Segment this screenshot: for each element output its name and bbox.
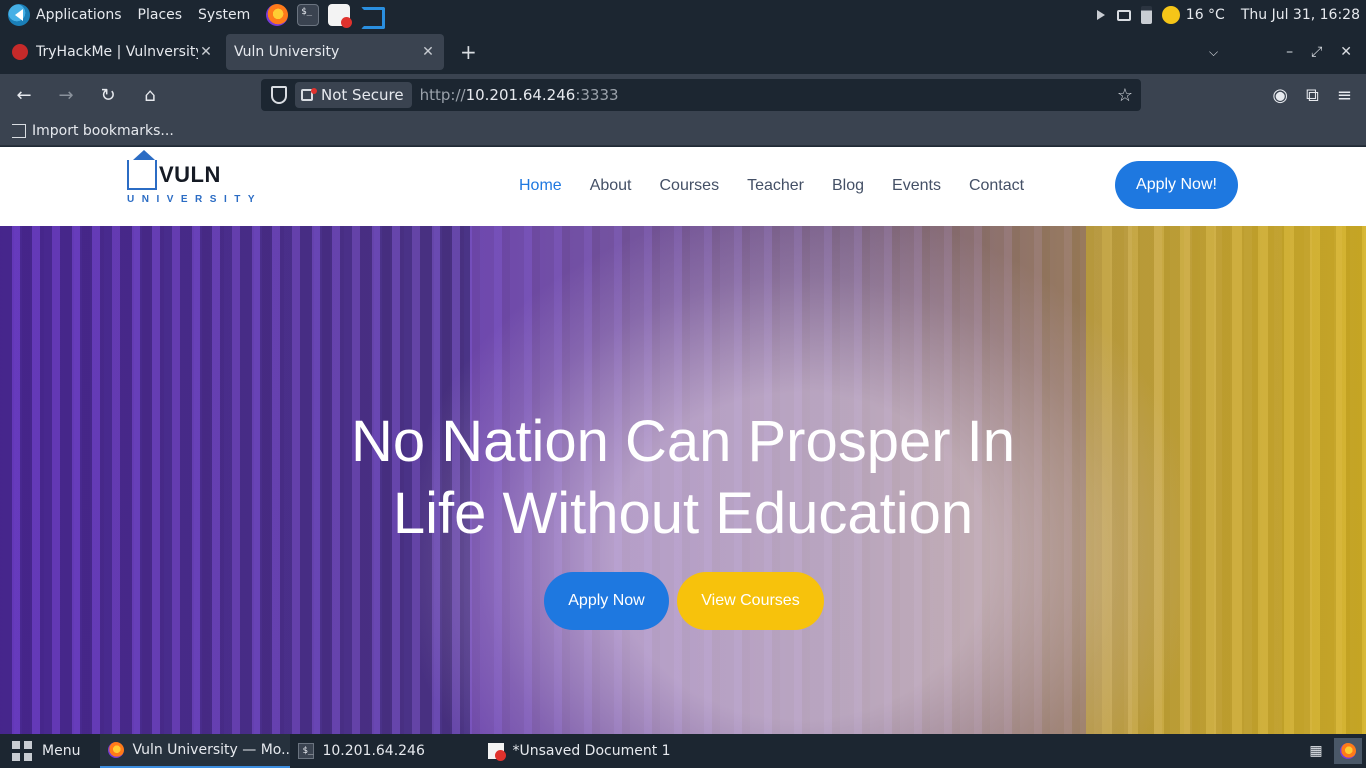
apply-now-header-button[interactable]: Apply Now! bbox=[1115, 161, 1238, 209]
taskbar-item-terminal[interactable]: 10.201.64.246 bbox=[290, 734, 480, 768]
bookmark-star-icon[interactable]: ☆ bbox=[1117, 85, 1133, 106]
apply-now-button[interactable]: Apply Now bbox=[544, 572, 669, 630]
clock[interactable]: Thu Jul 31, 16:28 bbox=[1241, 7, 1360, 23]
places-menu[interactable]: Places bbox=[138, 7, 183, 23]
tab-tryhackme[interactable]: TryHackMe | Vulnversity ✕ bbox=[4, 34, 222, 70]
system-menu[interactable]: System bbox=[198, 7, 250, 23]
site-logo[interactable]: VULN UNIVERSITY bbox=[127, 150, 263, 205]
workspace-firefox-icon[interactable] bbox=[1334, 738, 1362, 764]
close-tab-icon[interactable]: ✕ bbox=[198, 44, 214, 60]
minimize-window-icon[interactable]: – bbox=[1286, 44, 1293, 60]
list-tabs-chevron-icon[interactable]: ⌵ bbox=[1209, 45, 1218, 60]
home-button[interactable]: ⌂ bbox=[132, 79, 168, 111]
nav-teacher[interactable]: Teacher bbox=[747, 177, 804, 195]
account-icon[interactable]: ◉ bbox=[1272, 85, 1288, 106]
close-tab-icon[interactable]: ✕ bbox=[420, 44, 436, 60]
tryhackme-favicon-icon bbox=[12, 44, 28, 60]
hero-heading: No Nation Can Prosper In Life Without Ed… bbox=[0, 406, 1366, 550]
hamburger-menu-icon[interactable]: ≡ bbox=[1337, 85, 1352, 106]
site-security-indicator[interactable]: Not Secure bbox=[295, 82, 412, 108]
bottom-taskbar: Menu Vuln University — Mo... 10.201.64.2… bbox=[0, 734, 1366, 768]
tab-title: TryHackMe | Vulnversity bbox=[36, 44, 198, 60]
vscode-icon[interactable] bbox=[359, 4, 386, 29]
nav-about[interactable]: About bbox=[590, 177, 632, 195]
forward-button[interactable]: → bbox=[48, 79, 84, 111]
firefox-icon bbox=[1340, 743, 1356, 759]
weather-sun-icon bbox=[1161, 6, 1180, 24]
new-tab-button[interactable]: + bbox=[460, 40, 477, 64]
view-courses-button[interactable]: View Courses bbox=[677, 572, 824, 630]
firefox-icon[interactable] bbox=[266, 4, 289, 26]
tab-title: Vuln University bbox=[234, 44, 340, 60]
browser-tab-bar: TryHackMe | Vulnversity ✕ Vuln Universit… bbox=[0, 30, 1366, 74]
maximize-window-icon[interactable]: ⤢ bbox=[1311, 44, 1322, 60]
taskbar-item-firefox[interactable]: Vuln University — Mo... bbox=[100, 734, 291, 768]
brand-subtitle: UNIVERSITY bbox=[127, 194, 263, 205]
brand-name: VULN bbox=[159, 162, 221, 187]
system-top-panel: Applications Places System 16 °C Thu Jul… bbox=[0, 0, 1366, 30]
site-header: VULN UNIVERSITY Home About Courses Teach… bbox=[0, 147, 1366, 226]
university-building-icon bbox=[127, 150, 157, 190]
text-editor-icon bbox=[488, 743, 507, 761]
import-icon bbox=[12, 123, 26, 138]
firefox-icon bbox=[108, 742, 125, 758]
hero-heading-line-2: Life Without Education bbox=[392, 481, 974, 546]
url-text[interactable]: http://10.201.64.246:3333 bbox=[420, 86, 619, 104]
nav-contact[interactable]: Contact bbox=[969, 177, 1024, 195]
tab-vuln-university[interactable]: Vuln University ✕ bbox=[226, 34, 444, 70]
reload-button[interactable]: ↻ bbox=[90, 79, 126, 111]
taskbar-menu-button[interactable]: Menu bbox=[42, 743, 80, 759]
hero-banner: No Nation Can Prosper In Life Without Ed… bbox=[0, 226, 1366, 734]
terminal-icon bbox=[298, 743, 315, 759]
workspace-switcher-icon[interactable]: ▦ bbox=[1302, 738, 1330, 764]
taskbar-item-label: Vuln University — Mo... bbox=[132, 742, 291, 758]
text-editor-icon[interactable] bbox=[328, 4, 353, 28]
taskbar-item-label: *Unsaved Document 1 ... bbox=[512, 743, 671, 759]
battery-icon[interactable] bbox=[1140, 6, 1152, 24]
kali-logo-icon[interactable] bbox=[8, 4, 30, 26]
url-host: 10.201.64.246 bbox=[465, 86, 576, 104]
bookmarks-toolbar: Import bookmarks... bbox=[0, 116, 1366, 146]
web-page: VULN UNIVERSITY Home About Courses Teach… bbox=[0, 147, 1366, 734]
url-bar[interactable]: Not Secure http://10.201.64.246:3333 ☆ bbox=[261, 79, 1141, 111]
url-port: :3333 bbox=[575, 86, 619, 104]
not-secure-label: Not Secure bbox=[321, 86, 404, 104]
import-bookmarks-link[interactable]: Import bookmarks... bbox=[32, 123, 174, 139]
close-window-icon[interactable]: ✕ bbox=[1340, 44, 1352, 60]
nav-courses[interactable]: Courses bbox=[660, 177, 720, 195]
insecure-lock-icon bbox=[301, 88, 317, 101]
extensions-icon[interactable]: ⧉ bbox=[1306, 85, 1319, 106]
browser-nav-toolbar: ← → ↻ ⌂ Not Secure http://10.201.64.246:… bbox=[0, 74, 1366, 116]
notification-icon[interactable] bbox=[1116, 9, 1131, 21]
volume-icon[interactable] bbox=[1096, 10, 1105, 20]
tracking-protection-shield-icon[interactable] bbox=[271, 86, 287, 104]
back-button[interactable]: ← bbox=[6, 79, 42, 111]
apps-grid-icon[interactable] bbox=[12, 741, 32, 761]
taskbar-item-text-editor[interactable]: *Unsaved Document 1 ... bbox=[480, 734, 670, 768]
terminal-icon[interactable] bbox=[297, 4, 320, 26]
hero-buttons: Apply Now View Courses bbox=[544, 572, 824, 630]
nav-blog[interactable]: Blog bbox=[832, 177, 864, 195]
applications-menu[interactable]: Applications bbox=[36, 7, 122, 23]
nav-home[interactable]: Home bbox=[519, 177, 562, 195]
url-scheme: http:// bbox=[419, 86, 466, 104]
nav-events[interactable]: Events bbox=[892, 177, 941, 195]
site-nav: Home About Courses Teacher Blog Events C… bbox=[505, 161, 1038, 211]
weather-temperature[interactable]: 16 °C bbox=[1186, 7, 1225, 23]
hero-heading-line-1: No Nation Can Prosper In bbox=[350, 409, 1016, 474]
taskbar-item-label: 10.201.64.246 bbox=[322, 743, 425, 759]
